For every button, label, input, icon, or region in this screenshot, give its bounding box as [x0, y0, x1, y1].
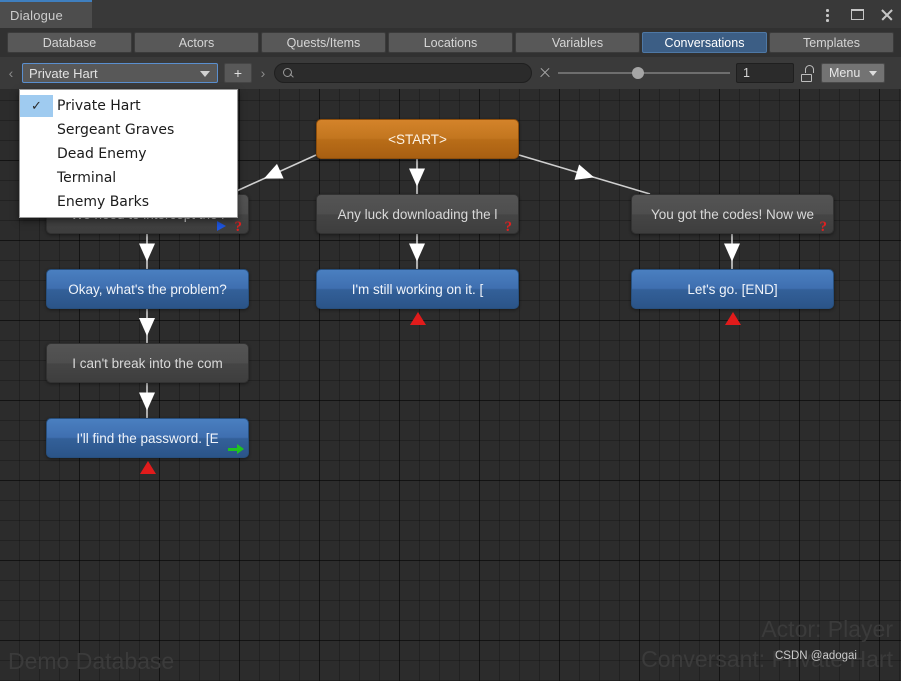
window-tab-label: Dialogue [10, 7, 63, 23]
end-marker-icon [724, 312, 741, 325]
condition-question-icon: ? [504, 219, 513, 235]
watermark-conversant: Conversant: Private Hart [641, 646, 893, 672]
window-controls [819, 0, 895, 28]
conversation-toolbar: ‹ Private Hart + › 1 Menu [0, 57, 901, 89]
dialogue-node[interactable]: Any luck downloading the l? [316, 194, 519, 235]
connection-arrow-icon [409, 243, 425, 262]
dialogue-node-text: Okay, what's the problem? [68, 281, 227, 297]
dialogue-node[interactable]: You got the codes! Now we? [631, 194, 834, 235]
tab-conversations[interactable]: Conversations [642, 32, 767, 53]
dialogue-node-text: <START> [388, 131, 447, 147]
dialogue-node-text: I'll find the password. [E [76, 430, 219, 446]
sequence-play-icon [217, 221, 226, 231]
window-titlebar: Dialogue [0, 0, 901, 28]
condition-question-icon: ? [234, 219, 243, 235]
check-icon: ✓ [20, 95, 53, 117]
dialogue-node-text: Let's go. [END] [687, 281, 778, 297]
zoom-slider[interactable] [558, 65, 730, 81]
dropdown-item-label: Sergeant Graves [57, 122, 175, 138]
dialogue-node-text: I can't break into the com [72, 355, 223, 371]
connection-arrow-icon [139, 392, 155, 411]
check-placeholder [20, 143, 53, 165]
dialogue-node[interactable]: <START> [316, 119, 519, 159]
dropdown-item-enemy-barks[interactable]: Enemy Barks [20, 190, 237, 214]
dialogue-editor-window: Dialogue Database Actors Quests/Items Locat… [0, 0, 901, 681]
tab-variables[interactable]: Variables [515, 32, 640, 53]
lock-open-icon[interactable] [800, 64, 815, 82]
tab-label: Actors [178, 35, 215, 50]
tab-label: Quests/Items [286, 35, 361, 50]
main-tabstrip: Database Actors Quests/Items Locations Varia… [0, 28, 901, 57]
tab-label: Variables [551, 35, 604, 50]
dropdown-item-label: Terminal [57, 170, 117, 186]
dialogue-node[interactable]: I'm still working on it. [ [316, 269, 519, 325]
connection-arrow-icon [139, 243, 155, 262]
connection-arrow-icon [263, 163, 284, 179]
chevron-down-icon [200, 71, 210, 77]
dialogue-node-text: I'm still working on it. [ [351, 281, 484, 297]
dropdown-item-label: Enemy Barks [57, 194, 150, 210]
conversation-dropdown-menu[interactable]: ✓ Private Hart Sergeant Graves Dead Enemy Te… [19, 89, 238, 218]
search-input[interactable] [299, 66, 523, 80]
maximize-icon[interactable] [849, 6, 865, 22]
window-tab-dialogue[interactable]: Dialogue [0, 0, 92, 28]
next-conversation-arrow[interactable]: › [258, 65, 268, 81]
condition-question-icon: ? [819, 219, 828, 235]
tab-label: Locations [423, 35, 478, 50]
tab-label: Templates [803, 35, 860, 50]
zoom-slider-track [558, 72, 730, 74]
dropdown-item-label: Dead Enemy [57, 146, 147, 162]
check-placeholder [20, 119, 53, 141]
tab-database[interactable]: Database [7, 32, 132, 53]
dialogue-node[interactable]: I'll find the password. [E [46, 418, 249, 474]
end-marker-icon [139, 461, 156, 474]
search-field[interactable] [274, 63, 532, 83]
add-conversation-button[interactable]: + [224, 63, 252, 83]
connection-arrow-icon [724, 243, 740, 262]
connection-line [518, 154, 651, 195]
menu-button[interactable]: Menu [821, 63, 885, 83]
dialogue-node-text: You got the codes! Now we [650, 206, 815, 222]
dialogue-node-text: Any luck downloading the l [337, 206, 498, 222]
watermark-database: Demo Database [8, 648, 175, 674]
conversation-dropdown[interactable]: Private Hart [22, 63, 218, 83]
close-icon[interactable] [879, 6, 895, 22]
dropdown-item-sergeant-graves[interactable]: Sergeant Graves [20, 118, 237, 142]
connection-arrow-icon [139, 318, 155, 336]
dialogue-node[interactable]: I can't break into the com [46, 343, 249, 383]
check-placeholder [20, 191, 53, 213]
prev-conversation-arrow[interactable]: ‹ [6, 65, 16, 81]
chevron-down-icon [869, 71, 877, 76]
tab-label: Conversations [664, 35, 745, 50]
credit-watermark: CSDN @adogai [775, 650, 857, 662]
tab-locations[interactable]: Locations [388, 32, 513, 53]
connection-line [229, 154, 317, 195]
more-options-icon[interactable] [819, 6, 835, 22]
search-icon [283, 67, 294, 79]
dialogue-node[interactable]: Okay, what's the problem? [46, 269, 249, 309]
menu-button-label: Menu [829, 66, 861, 80]
dropdown-item-terminal[interactable]: Terminal [20, 166, 237, 190]
tab-quests-items[interactable]: Quests/Items [261, 32, 386, 53]
end-marker-icon [409, 312, 426, 325]
link-arrow-icon [228, 444, 244, 454]
dropdown-item-dead-enemy[interactable]: Dead Enemy [20, 142, 237, 166]
dropdown-item-private-hart[interactable]: ✓ Private Hart [20, 94, 237, 118]
clear-search-icon[interactable] [538, 66, 552, 80]
tab-templates[interactable]: Templates [769, 32, 894, 53]
connection-arrow-icon [574, 164, 595, 180]
zoom-value-field[interactable]: 1 [736, 63, 794, 83]
conversation-dropdown-value: Private Hart [29, 65, 98, 81]
tab-actors[interactable]: Actors [134, 32, 259, 53]
check-placeholder [20, 167, 53, 189]
dropdown-item-label: Private Hart [57, 98, 141, 114]
zoom-slider-knob[interactable] [631, 67, 644, 79]
watermark-actor: Actor: Player [761, 616, 893, 642]
connection-arrow-icon [409, 168, 425, 187]
tab-label: Database [42, 35, 97, 50]
dialogue-node[interactable]: Let's go. [END] [631, 269, 834, 325]
